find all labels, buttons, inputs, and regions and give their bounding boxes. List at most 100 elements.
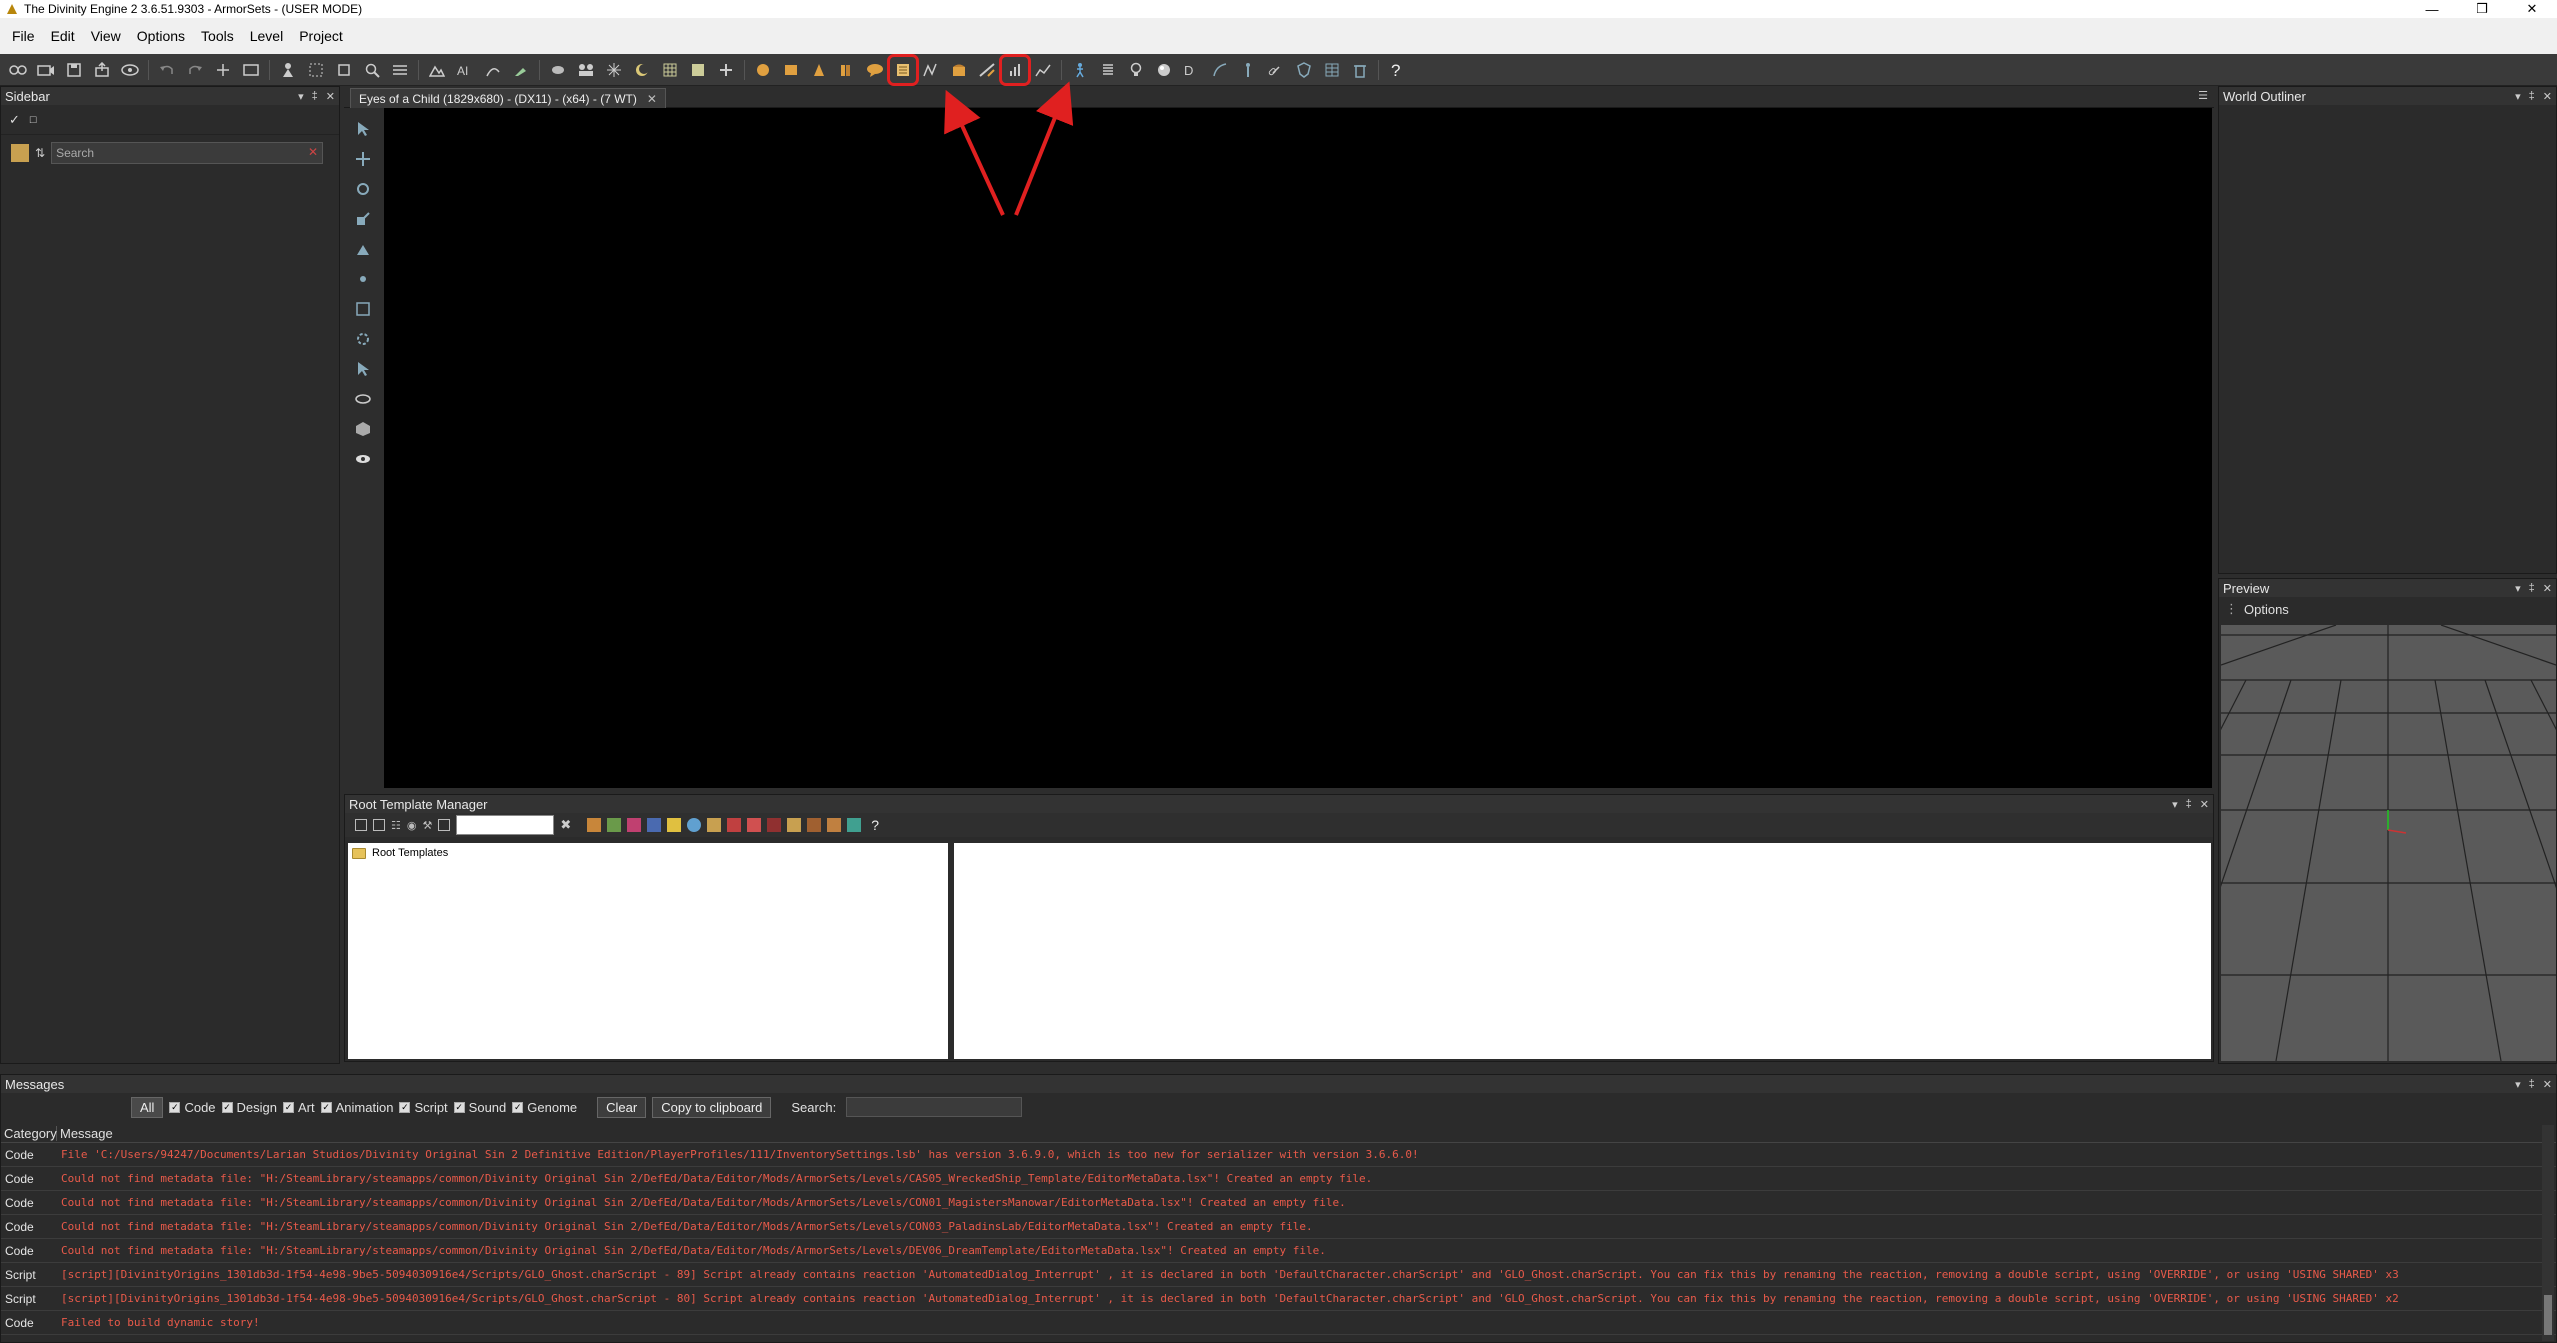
link-icon[interactable] <box>1265 59 1287 81</box>
dropdown-icon[interactable]: ▾ <box>2515 582 2521 595</box>
table-row[interactable]: Script [script][DivinityOrigins_1301db3d-… <box>1 1263 2556 1287</box>
clear-filter-icon[interactable]: ✖ <box>560 817 571 833</box>
type-prefab-icon[interactable] <box>707 818 722 832</box>
menu-view[interactable]: View <box>83 18 129 54</box>
close-window-button[interactable]: ✕ <box>2507 0 2557 18</box>
filter-icon[interactable] <box>11 144 29 162</box>
select-tool-icon[interactable] <box>352 118 374 140</box>
type-decal-icon[interactable] <box>727 818 742 832</box>
close-icon[interactable]: ✕ <box>2543 582 2552 595</box>
filter-animation-checkbox[interactable]: ✓ Animation <box>320 1100 393 1115</box>
close-icon[interactable]: ✕ <box>2200 798 2209 811</box>
character-icon[interactable] <box>277 59 299 81</box>
dropdown-icon[interactable]: ▾ <box>2172 798 2178 811</box>
menu-edit[interactable]: Edit <box>43 18 83 54</box>
scrollbar-thumb[interactable] <box>2544 1295 2552 1335</box>
globe-icon[interactable] <box>1153 59 1175 81</box>
spline-icon[interactable] <box>1209 59 1231 81</box>
walk-icon[interactable] <box>1069 59 1091 81</box>
save-icon[interactable] <box>355 819 367 831</box>
transform-icon[interactable] <box>212 59 234 81</box>
menu-tools[interactable]: Tools <box>193 18 242 54</box>
table-row[interactable]: Code Could not find metadata file: "H:/St… <box>1 1239 2556 1263</box>
visibility-icon[interactable] <box>352 388 374 410</box>
shield-icon[interactable] <box>1293 59 1315 81</box>
paint-icon[interactable] <box>510 59 532 81</box>
terrain-icon[interactable] <box>426 59 448 81</box>
clear-button[interactable]: Clear <box>597 1096 647 1118</box>
table-icon[interactable] <box>1321 59 1343 81</box>
binoculars-icon[interactable]: ◉ <box>407 819 417 832</box>
lock-icon[interactable]: □ <box>30 114 37 126</box>
root-template-manager-icon[interactable] <box>887 53 919 86</box>
move-tool-icon[interactable] <box>352 148 374 170</box>
view-eye-icon[interactable] <box>352 448 374 470</box>
rotate-tool-icon[interactable] <box>352 178 374 200</box>
foliage-icon[interactable] <box>547 59 569 81</box>
preview-options-menu[interactable]: Options <box>2244 602 2289 617</box>
filter-art-checkbox[interactable]: ✓ Art <box>283 1100 315 1115</box>
connect-icon[interactable] <box>7 59 29 81</box>
viewport-tab[interactable]: Eyes of a Child (1829x680) - (DX11) - (x… <box>350 88 666 108</box>
camera-icon[interactable] <box>35 59 57 81</box>
grid-icon[interactable] <box>659 59 681 81</box>
table-row[interactable]: Code Failed to build dynamic story! <box>1 1311 2556 1335</box>
dialog-icon[interactable] <box>864 59 886 81</box>
item-icon[interactable] <box>780 59 802 81</box>
film-icon[interactable] <box>240 59 262 81</box>
type-trigger-icon[interactable] <box>627 818 642 832</box>
rtm-content-list[interactable] <box>954 843 2211 1059</box>
type-fx-icon[interactable] <box>807 818 822 832</box>
dropdown-icon[interactable]: ▾ <box>2515 1078 2521 1091</box>
scale-tool-icon[interactable] <box>352 208 374 230</box>
table-row[interactable]: Script [script][DivinityOrigins_1301db3d-… <box>1 1287 2556 1311</box>
pointer-icon[interactable] <box>352 358 374 380</box>
messages-search-input[interactable] <box>846 1097 1023 1117</box>
sidebar-search-input[interactable]: Search ✕ <box>51 142 324 164</box>
column-header-category[interactable]: Category <box>1 1126 57 1141</box>
pin-icon[interactable]: ‡ <box>312 90 318 102</box>
wrench-icon[interactable]: ⚒ <box>422 819 432 832</box>
save-icon[interactable] <box>63 59 85 81</box>
measure-tool-icon[interactable] <box>352 298 374 320</box>
redo-icon[interactable] <box>184 59 206 81</box>
filter-sound-checkbox[interactable]: ✓ Sound <box>453 1100 506 1115</box>
menu-level[interactable]: Level <box>242 18 291 54</box>
place-tool-icon[interactable] <box>352 238 374 260</box>
print-icon[interactable] <box>373 819 385 831</box>
moon-icon[interactable] <box>631 59 653 81</box>
type-light-icon[interactable] <box>647 818 662 832</box>
rtm-search-input[interactable] <box>456 815 555 835</box>
spring-icon[interactable] <box>1097 59 1119 81</box>
type-character-icon[interactable] <box>587 818 602 832</box>
list-icon[interactable] <box>389 59 411 81</box>
text-ai-icon[interactable]: AI <box>454 59 476 81</box>
tree-row-root[interactable]: Root Templates <box>352 847 944 859</box>
maximize-button[interactable]: ❒ <box>2457 0 2507 18</box>
rtm-tree-view[interactable]: Root Templates <box>348 843 948 1059</box>
close-icon[interactable]: ✕ <box>326 90 335 103</box>
filter-genome-checkbox[interactable]: ✓ Genome <box>512 1100 577 1115</box>
eye-icon[interactable] <box>119 59 141 81</box>
table-row[interactable]: Code Could not find metadata file: "H:/St… <box>1 1191 2556 1215</box>
pin-icon[interactable]: ‡ <box>2529 1078 2535 1090</box>
viewport-canvas[interactable] <box>384 108 2212 788</box>
menu-options[interactable]: Options <box>129 18 193 54</box>
minimize-button[interactable]: — <box>2407 0 2457 18</box>
undo-icon[interactable] <box>156 59 178 81</box>
layers-icon[interactable] <box>333 59 355 81</box>
stats-editor-icon[interactable] <box>999 53 1031 86</box>
table-row[interactable]: Code File 'C:/Users/94247/Documents/Laria… <box>1 1143 2556 1167</box>
help-icon[interactable]: ? <box>1386 59 1408 81</box>
books-icon[interactable] <box>836 59 858 81</box>
selection-grid-icon[interactable] <box>305 59 327 81</box>
preview-viewport[interactable] <box>2050 624 2557 1062</box>
type-item-icon[interactable] <box>607 818 622 832</box>
type-terrain-icon[interactable] <box>767 818 782 832</box>
snap-tool-icon[interactable] <box>352 268 374 290</box>
viewport-menu-icon[interactable]: ☰ <box>2198 89 2208 102</box>
table-row[interactable]: Code Could not find metadata file: "H:/St… <box>1 1167 2556 1191</box>
crafting-icon[interactable] <box>976 59 998 81</box>
pin-icon[interactable]: ‡ <box>2529 90 2535 102</box>
atmosphere-icon[interactable] <box>715 59 737 81</box>
